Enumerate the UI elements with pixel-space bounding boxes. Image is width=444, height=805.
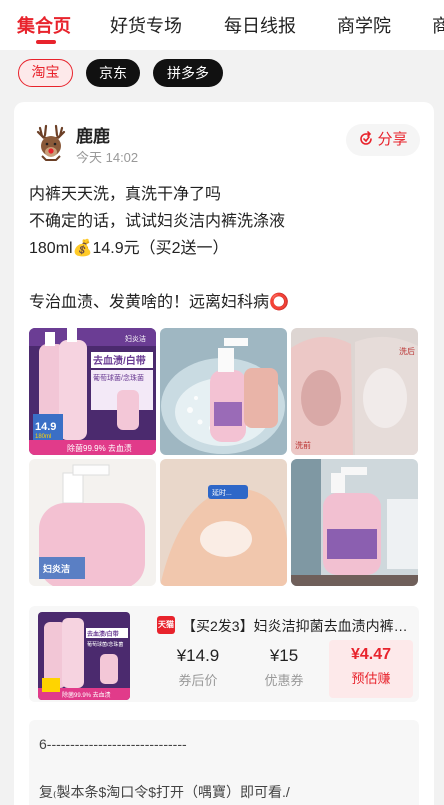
taobao-password-box[interactable]: 6------------------------------ 复₍製本条$淘口… <box>29 720 419 805</box>
photo-label: 洗前 <box>295 440 311 450</box>
product-photo-2[interactable] <box>160 328 287 455</box>
tab-more[interactable]: 商 <box>432 12 444 38</box>
price-value: ¥14.9 <box>176 646 220 665</box>
chip-jd[interactable]: 京东 <box>86 59 140 87</box>
tab-good-goods[interactable]: 好货专场 <box>110 12 182 38</box>
tkl-line: 6------------------------------ <box>39 736 187 752</box>
coupon-box[interactable]: ¥15 优惠券 <box>243 640 325 698</box>
photo-label: 180ml <box>35 434 51 440</box>
photo-label: 洗后 <box>399 346 415 356</box>
photo-label: 妇炎洁 <box>42 563 70 574</box>
share-label: 分享 <box>377 131 408 148</box>
deer-avatar-icon <box>30 122 72 164</box>
post-text-line: 180ml💰14.9元（买2送一） <box>29 240 229 257</box>
product-photo-3[interactable]: 洗后 洗前 <box>291 328 418 455</box>
author-name[interactable]: 鹿鹿 <box>76 122 110 147</box>
chip-taobao[interactable]: 淘宝 <box>18 59 73 87</box>
photo-label: 除菌99.9% 去血渍 <box>67 443 132 453</box>
earn-label: 预估赚 <box>351 671 391 686</box>
platform-filter: 淘宝 京东 拼多多 <box>0 56 444 92</box>
tkl-line: 复₍製本条$淘口令$打开（喁寶）即可看./ <box>39 784 290 800</box>
chip-pinduoduo[interactable]: 拼多多 <box>153 59 223 87</box>
active-tab-indicator <box>36 40 56 44</box>
post-card: 鹿鹿 今天 14:02 分享 内裤天天洗，真洗干净了吗 不确定的话，试试妇炎洁内… <box>14 102 434 805</box>
thumb-label: 葡萄球菌/念珠菌 <box>87 641 123 648</box>
photo-label: 14.9 <box>35 421 56 433</box>
product-photo-1[interactable]: 去血渍/白带 葡萄球菌/念珠菌 14.9 180ml 除菌99.9% 去血渍 妇… <box>29 328 156 455</box>
share-button[interactable]: 分享 <box>346 124 420 156</box>
tab-daily-news[interactable]: 每日线报 <box>224 12 296 38</box>
product-title[interactable]: 【买2发3】妇炎洁抑菌去血渍内裤清洗液 <box>182 616 412 636</box>
price-label: 券后价 <box>178 673 218 688</box>
thumb-label: 去血渍/白带 <box>87 630 119 638</box>
post-text-line: 不确定的话，试试妇炎洁内裤洗涤液 <box>29 213 286 230</box>
tab-business-school[interactable]: 商学院 <box>337 12 391 38</box>
share-icon <box>360 131 373 145</box>
product-photo-5[interactable]: 延时... <box>160 459 287 586</box>
product-photo-6[interactable] <box>291 459 418 586</box>
photo-label: 妇炎洁 <box>125 334 146 343</box>
product-card[interactable]: 去血渍/白带 葡萄球菌/念珠菌 除菌99.9% 去血渍 天猫 【买2发3】妇炎洁… <box>29 606 419 702</box>
avatar[interactable] <box>30 122 72 164</box>
estimated-earn-box: ¥4.47 预估赚 <box>329 640 413 698</box>
thumb-label: 除菌99.9% 去血渍 <box>62 691 111 699</box>
photo-label: 葡萄球菌/念珠菌 <box>93 373 144 382</box>
post-time: 今天 14:02 <box>76 150 139 165</box>
tab-collection[interactable]: 集合页 <box>17 12 71 38</box>
price-after-coupon: ¥14.9 券后价 <box>157 640 239 698</box>
post-text-line: 专治血渍、发黄啥的！远离妇科病⭕ <box>29 294 289 311</box>
tmall-icon: 天猫 <box>157 616 175 634</box>
coupon-value: ¥15 <box>269 646 299 665</box>
top-tab-bar: 集合页 好货专场 每日线报 商学院 商 <box>0 0 444 50</box>
photo-label: 去血渍/白带 <box>93 354 146 367</box>
product-thumbnail[interactable]: 去血渍/白带 葡萄球菌/念珠菌 除菌99.9% 去血渍 <box>38 612 130 700</box>
earn-value: ¥4.47 <box>350 646 392 663</box>
product-photo-4[interactable]: 妇炎洁 <box>29 459 156 586</box>
coupon-label: 优惠券 <box>264 673 304 688</box>
photo-label: 延时... <box>212 488 232 497</box>
post-text-line: 内裤天天洗，真洗干净了吗 <box>29 186 222 203</box>
